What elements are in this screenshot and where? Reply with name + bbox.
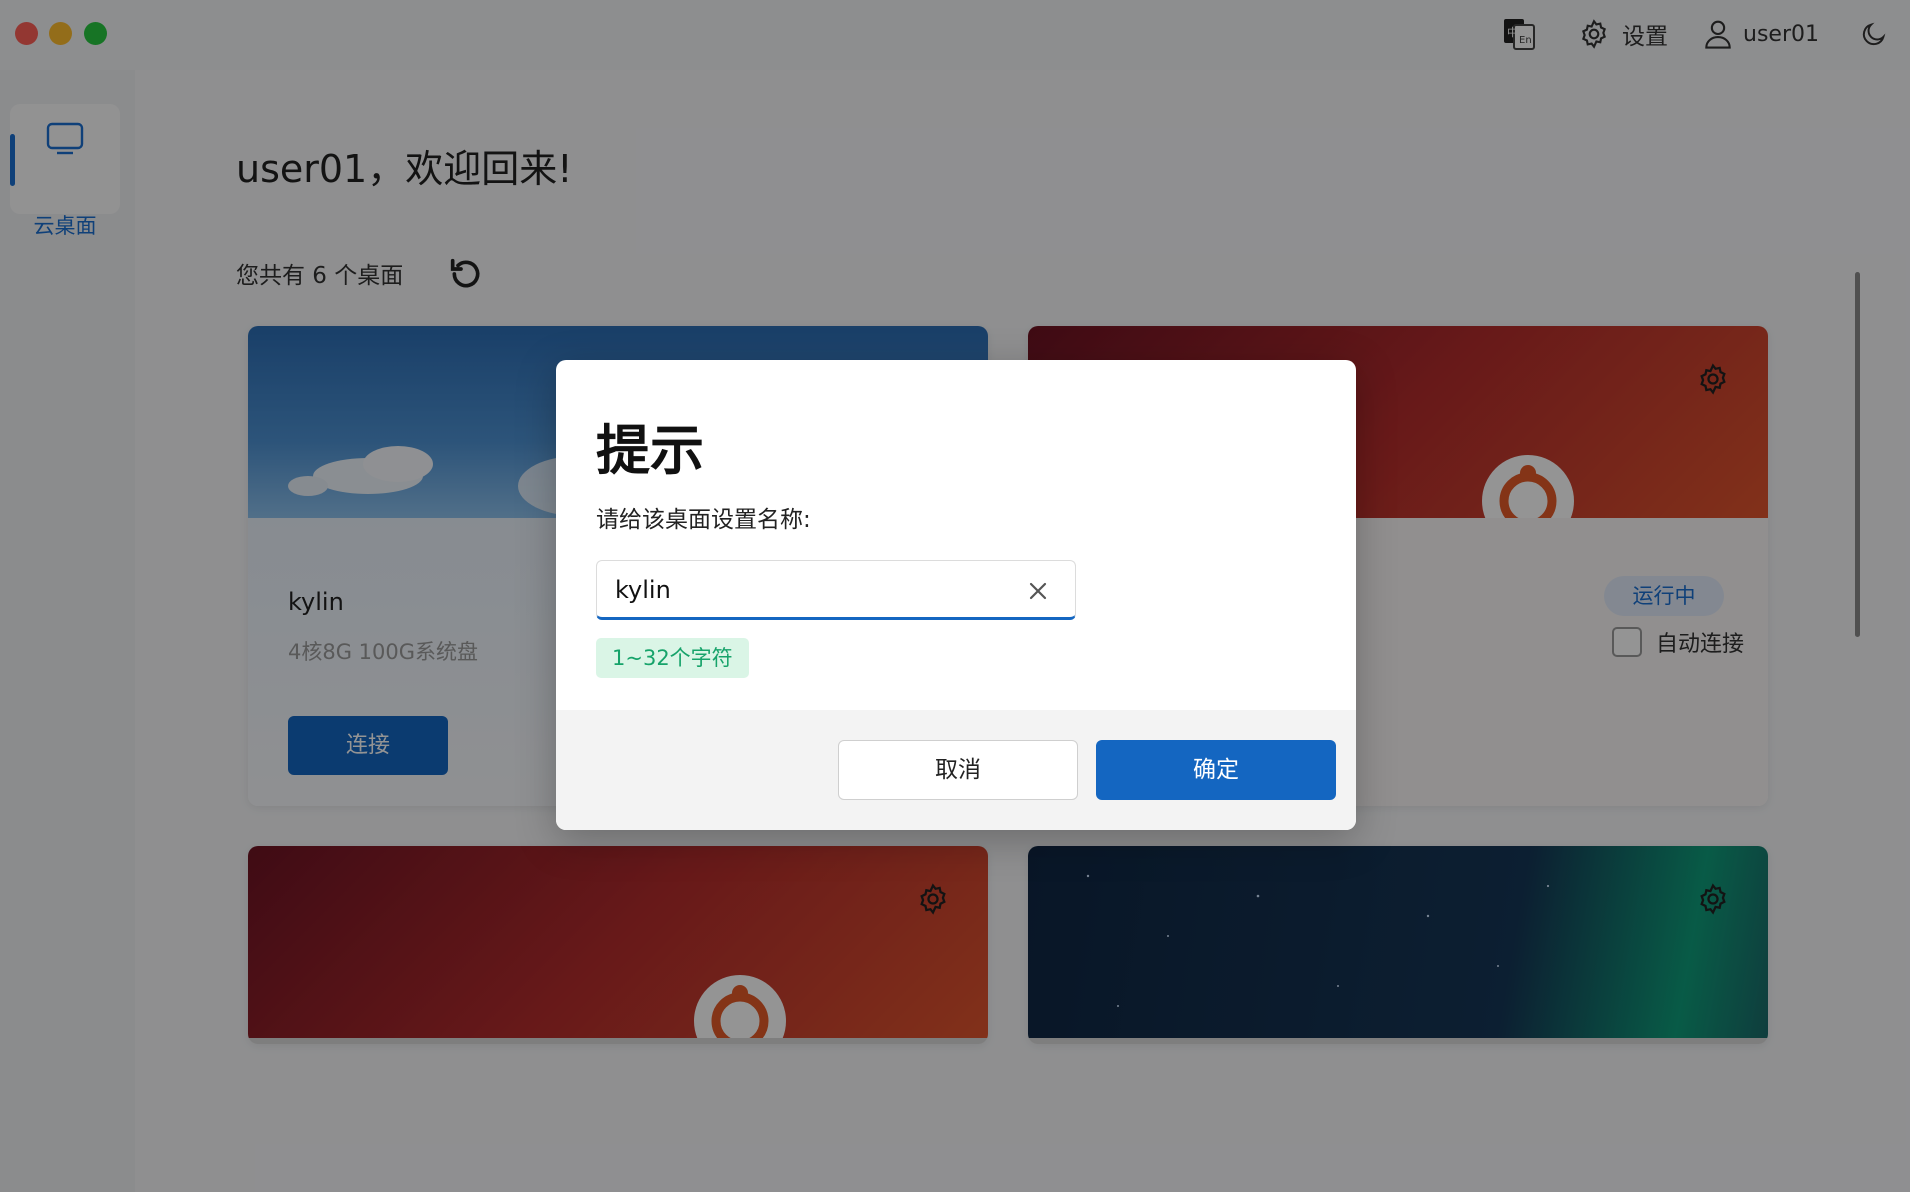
- cancel-button[interactable]: 取消: [838, 740, 1078, 800]
- clear-icon[interactable]: [1027, 580, 1049, 602]
- desktop-name-field[interactable]: [596, 560, 1076, 620]
- dialog-title: 提示: [596, 419, 704, 482]
- name-desktop-dialog: 提示 请给该桌面设置名称: 1~32个字符 取消 确定: [556, 360, 1356, 830]
- dialog-message: 请给该桌面设置名称:: [596, 507, 811, 533]
- desktop-name-input[interactable]: [615, 573, 1005, 607]
- dialog-footer: 取消 确定: [556, 710, 1356, 830]
- input-hint-tag: 1~32个字符: [596, 638, 749, 678]
- confirm-button[interactable]: 确定: [1096, 740, 1336, 800]
- app-window: 中 En 设置 user01 云桌面 user01，欢迎回来! 您共有 6 个桌…: [0, 0, 1910, 1192]
